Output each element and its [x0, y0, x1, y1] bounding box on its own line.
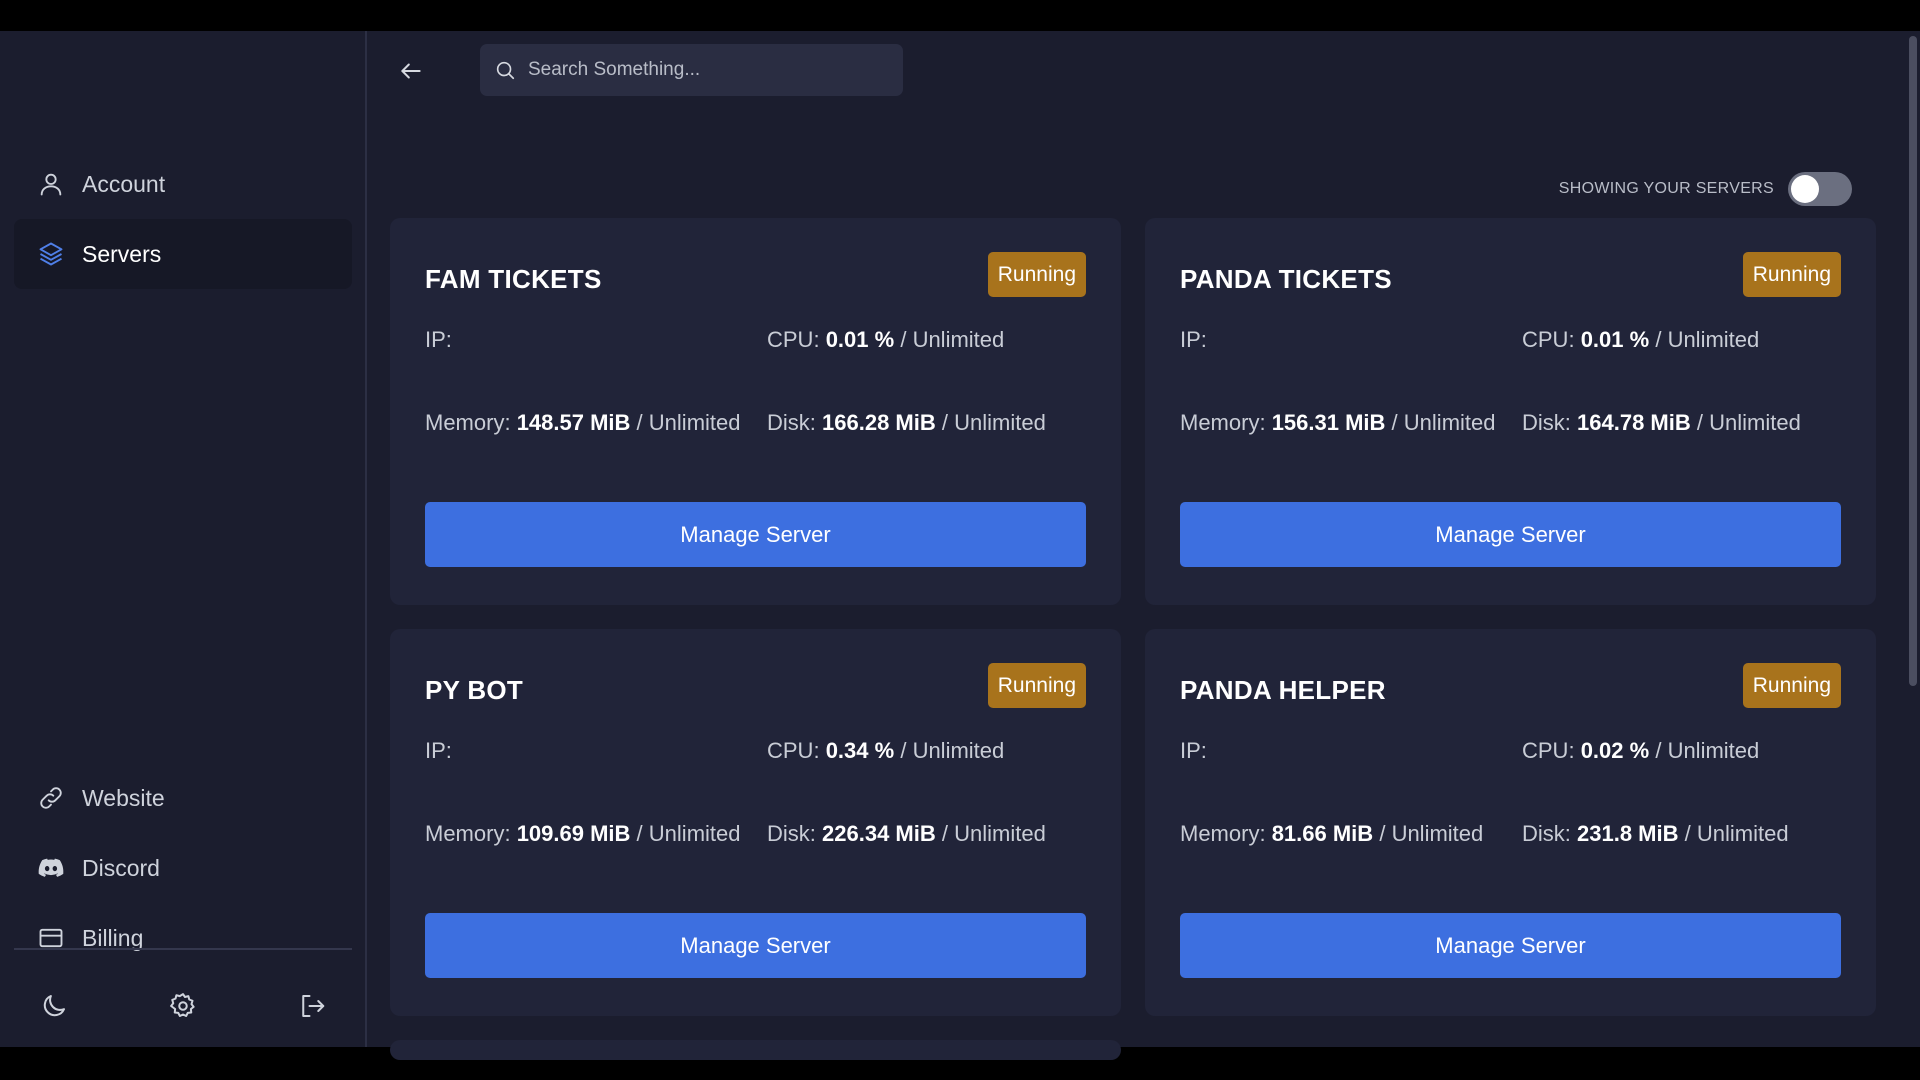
sidebar-divider	[14, 948, 352, 950]
server-name: PANDA TICKETS	[1180, 264, 1392, 294]
sidebar-item-label: Servers	[82, 240, 162, 267]
status-badge: Running	[987, 663, 1086, 708]
sidebar-item-account[interactable]: Account	[14, 149, 352, 219]
sidebar-item-label: Account	[82, 170, 166, 197]
server-ip: IP:	[1180, 327, 1207, 352]
scrollbar[interactable]	[1909, 36, 1917, 686]
logout-icon[interactable]	[294, 988, 330, 1024]
sidebar-nav: Account Servers	[14, 149, 352, 289]
sidebar-item-discord[interactable]: Discord	[14, 833, 352, 903]
status-badge: Running	[1742, 663, 1841, 708]
server-ip: IP:	[1180, 738, 1207, 763]
server-cpu: CPU: 0.02 % / Unlimited	[1522, 738, 1760, 763]
app-window: Account Servers Website Discord Billing …	[0, 31, 1920, 1060]
server-card-partial	[390, 1040, 1121, 1060]
status-badge: Running	[1742, 252, 1841, 297]
sidebar-footer	[14, 981, 352, 1031]
search-input[interactable]	[528, 59, 888, 81]
server-memory: Memory: 156.31 MiB / Unlimited	[1180, 410, 1496, 435]
server-name: FAM TICKETS	[425, 264, 602, 294]
server-card: PY BOT Running IP: CPU: 0.34 % / Unlimit…	[390, 629, 1121, 1016]
server-name: PANDA HELPER	[1180, 675, 1386, 705]
arrow-left-icon	[401, 63, 421, 79]
toggle-knob	[1791, 175, 1819, 203]
manage-server-button[interactable]: Manage Server	[1180, 502, 1841, 567]
server-grid: FAM TICKETS Running IP: CPU: 0.01 % / Un…	[390, 218, 1886, 1060]
sidebar: Account Servers Website Discord Billing	[0, 31, 367, 1047]
moon-icon[interactable]	[36, 988, 72, 1024]
link-icon	[36, 783, 66, 813]
manage-server-button[interactable]: Manage Server	[425, 913, 1086, 978]
server-cpu: CPU: 0.01 % / Unlimited	[1522, 327, 1760, 352]
server-disk: Disk: 164.78 MiB / Unlimited	[1522, 410, 1801, 435]
server-memory: Memory: 109.69 MiB / Unlimited	[425, 821, 741, 846]
sidebar-item-servers[interactable]: Servers	[14, 219, 352, 289]
server-name: PY BOT	[425, 675, 524, 705]
server-disk: Disk: 166.28 MiB / Unlimited	[767, 410, 1046, 435]
server-memory: Memory: 148.57 MiB / Unlimited	[425, 410, 741, 435]
server-card: PANDA HELPER Running IP: CPU: 0.02 % / U…	[1145, 629, 1876, 1016]
server-ip: IP:	[425, 327, 452, 352]
show-servers-toggle[interactable]	[1788, 172, 1852, 206]
gear-icon[interactable]	[165, 988, 201, 1024]
back-button[interactable]	[391, 53, 431, 89]
server-disk: Disk: 231.8 MiB / Unlimited	[1522, 821, 1789, 846]
server-cpu: CPU: 0.34 % / Unlimited	[767, 738, 1005, 763]
sidebar-external-links: Website Discord Billing	[14, 763, 352, 973]
manage-server-button[interactable]: Manage Server	[425, 502, 1086, 567]
status-badge: Running	[987, 252, 1086, 297]
search-box	[480, 44, 903, 96]
sidebar-item-billing[interactable]: Billing	[14, 903, 352, 973]
topbar	[367, 31, 1920, 111]
main-content: SHOWING YOUR SERVERS FAM TICKETS Running…	[367, 31, 1920, 1060]
server-cpu: CPU: 0.01 % / Unlimited	[767, 327, 1005, 352]
layers-icon	[36, 239, 66, 269]
sidebar-item-label: Website	[82, 784, 165, 811]
manage-server-button[interactable]: Manage Server	[1180, 913, 1841, 978]
server-card: FAM TICKETS Running IP: CPU: 0.01 % / Un…	[390, 218, 1121, 605]
search-icon	[496, 61, 515, 80]
filter-label: SHOWING YOUR SERVERS	[1558, 180, 1774, 197]
server-card: PANDA TICKETS Running IP: CPU: 0.01 % / …	[1145, 218, 1876, 605]
sidebar-item-label: Discord	[82, 854, 160, 881]
server-disk: Disk: 226.34 MiB / Unlimited	[767, 821, 1046, 846]
server-filter: SHOWING YOUR SERVERS	[1559, 172, 1852, 206]
user-icon	[36, 169, 66, 199]
server-memory: Memory: 81.66 MiB / Unlimited	[1180, 821, 1484, 846]
sidebar-item-website[interactable]: Website	[14, 763, 352, 833]
server-ip: IP:	[425, 738, 452, 763]
discord-icon	[36, 853, 66, 883]
